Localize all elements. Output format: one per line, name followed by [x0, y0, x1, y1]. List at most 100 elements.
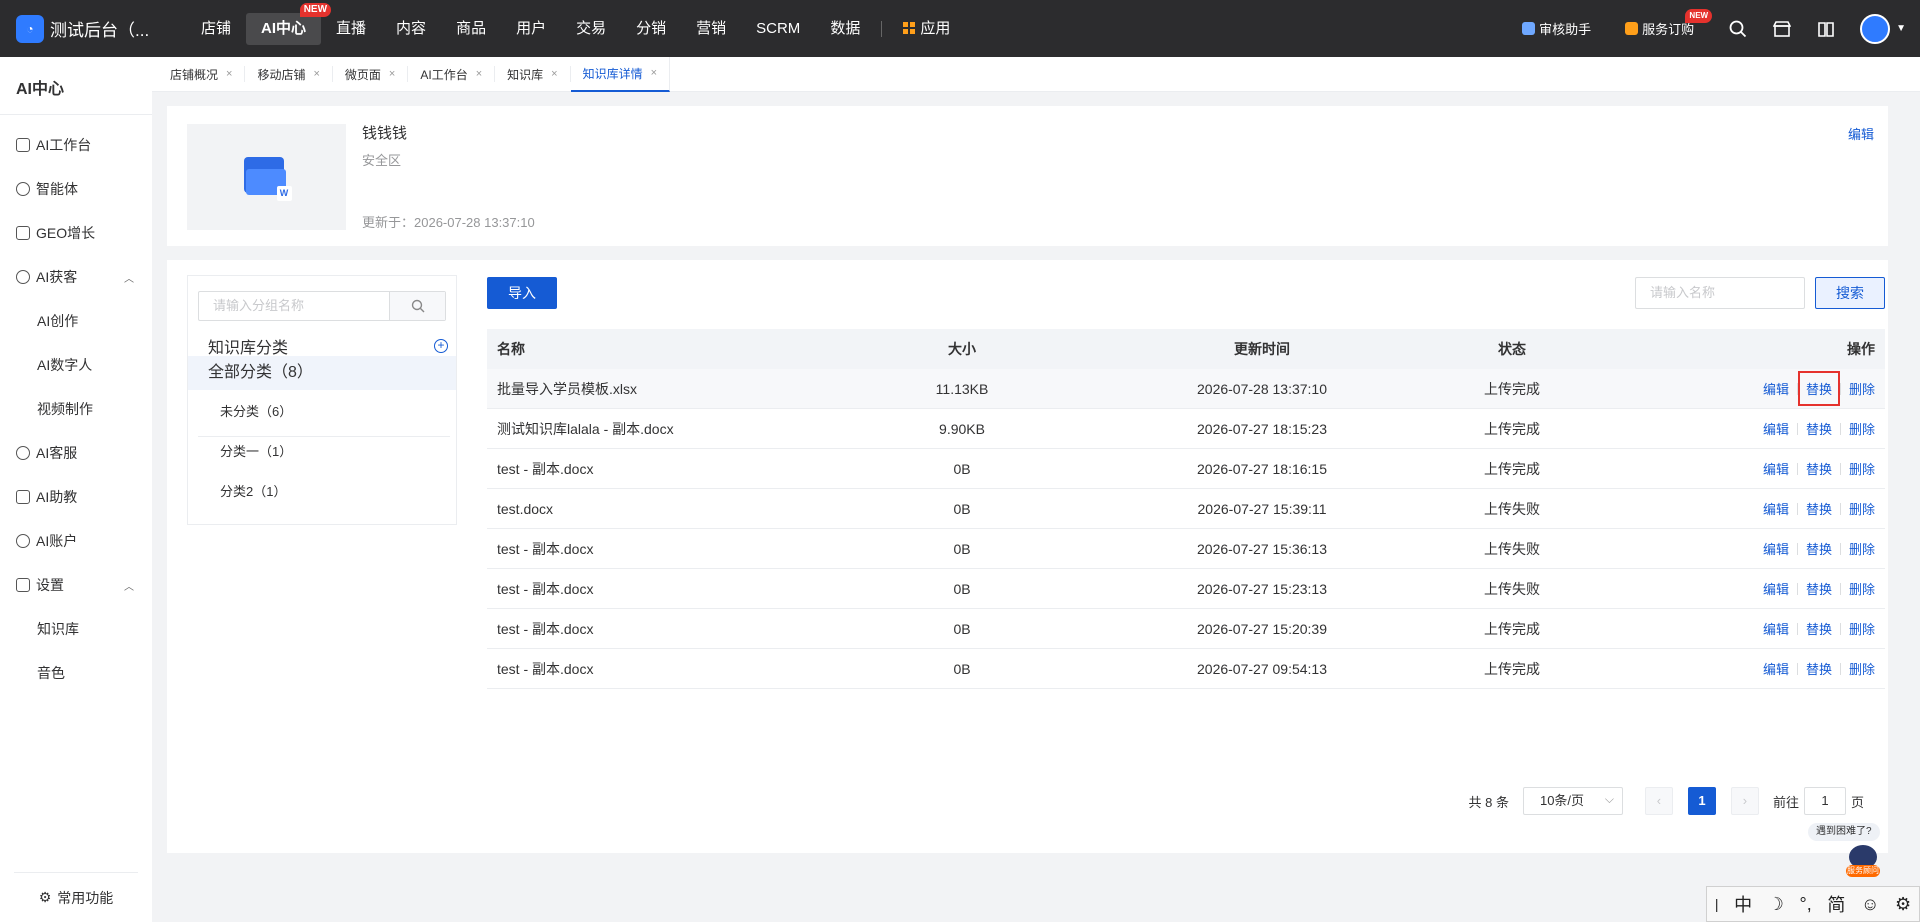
sidebar-item-agent[interactable]: 智能体 [0, 167, 152, 211]
close-icon[interactable]: × [551, 68, 557, 80]
sidebar-item-geo[interactable]: GEO增长 [0, 211, 152, 255]
tab-micro-page[interactable]: 微页面 × [333, 66, 409, 82]
chevron-down-icon[interactable]: ▼ [1896, 23, 1906, 34]
help-bot-icon[interactable]: 服务顾问 [1846, 845, 1880, 877]
replace-link[interactable]: 替换 [1806, 499, 1832, 518]
ime-handle-icon[interactable]: | [1715, 896, 1719, 912]
replace-link[interactable]: 替换 [1806, 539, 1832, 558]
group-item-uncategorized[interactable]: 未分类（6） [220, 401, 292, 420]
close-icon[interactable]: × [313, 68, 319, 80]
tab-ai-workbench[interactable]: AI工作台 × [408, 66, 496, 82]
delete-link[interactable]: 删除 [1849, 539, 1875, 558]
cell-size: 11.13KB [935, 380, 989, 397]
tab-store-overview[interactable]: 店铺概况 × [158, 66, 246, 82]
nav-item-distribution[interactable]: 分销 [621, 13, 681, 45]
edit-link[interactable]: 编辑 [1763, 619, 1789, 638]
search-button[interactable]: 搜索 [1815, 277, 1885, 309]
help-bubble[interactable]: 遇到困难了? [1808, 823, 1880, 841]
delete-link[interactable]: 删除 [1849, 579, 1875, 598]
delete-link[interactable]: 删除 [1849, 379, 1875, 398]
close-icon[interactable]: × [389, 68, 395, 80]
delete-link[interactable]: 删除 [1849, 499, 1875, 518]
page-number-current[interactable]: 1 [1687, 787, 1716, 815]
add-group-icon[interactable]: + [434, 339, 448, 353]
edit-link[interactable]: 编辑 [1763, 499, 1789, 518]
sidebar-item-ai-acquire[interactable]: AI获客 ︿ [0, 255, 152, 299]
nav-item-products[interactable]: 商品 [441, 13, 501, 45]
nav-item-live[interactable]: 直播 [321, 13, 381, 45]
edit-link[interactable]: 编辑 [1763, 419, 1789, 438]
goto-page-input[interactable]: 1 [1803, 787, 1846, 815]
replace-link[interactable]: 替换 [1806, 459, 1832, 478]
group-item-category-1[interactable]: 分类一（1） [220, 441, 292, 460]
sidebar-item-ai-account[interactable]: AI账户 [0, 519, 152, 563]
prev-page-button[interactable]: ‹ [1644, 787, 1673, 815]
nav-item-store[interactable]: 店铺 [186, 13, 246, 45]
replace-link[interactable]: 替换 [1797, 371, 1840, 406]
group-search-button[interactable] [389, 292, 445, 320]
service-subscribe-link[interactable]: 服务订购 NEW [1625, 9, 1713, 38]
close-icon[interactable]: × [476, 68, 482, 80]
cell-ops: 编辑 替换 删除 [1587, 579, 1885, 598]
replace-link[interactable]: 替换 [1806, 659, 1832, 678]
moon-icon[interactable]: ☽ [1768, 894, 1784, 915]
nav-item-users[interactable]: 用户 [501, 13, 561, 45]
replace-link[interactable]: 替换 [1806, 579, 1832, 598]
import-button[interactable]: 导入 [487, 277, 557, 309]
cell-time: 2026-07-27 18:16:15 [1197, 460, 1327, 477]
close-icon[interactable]: × [651, 67, 657, 79]
nav-item-data[interactable]: 数据 [815, 13, 875, 45]
nav-item-ai-center[interactable]: AI中心 NEW [246, 2, 332, 45]
page-size-select[interactable]: 10条/页 [1522, 786, 1623, 815]
punctuation-icon[interactable]: °, [1800, 894, 1812, 915]
group-item-all[interactable]: 全部分类（8） [188, 356, 456, 390]
sidebar-item-knowledge-base[interactable]: 知识库 [0, 607, 152, 651]
replace-link[interactable]: 替换 [1806, 419, 1832, 438]
close-icon[interactable]: × [226, 68, 232, 80]
cell-time: 2026-07-28 13:37:10 [1197, 380, 1327, 397]
tab-knowledge-base-detail[interactable]: 知识库详情 × [570, 56, 671, 92]
tab-mobile-store[interactable]: 移动店铺 × [245, 66, 333, 82]
emoji-icon[interactable]: ☺ [1861, 894, 1879, 915]
sidebar-item-voice[interactable]: 音色 [0, 651, 152, 695]
delete-link[interactable]: 删除 [1849, 419, 1875, 438]
gear-icon[interactable]: ⚙ [1895, 894, 1911, 915]
delete-link[interactable]: 删除 [1849, 619, 1875, 638]
nav-item-marketing[interactable]: 营销 [681, 13, 741, 45]
store-icon[interactable] [1772, 19, 1792, 39]
edit-link[interactable]: 编辑 [1763, 659, 1789, 678]
sidebar-item-ai-workbench[interactable]: AI工作台 [0, 123, 152, 167]
name-search-input[interactable]: 请输入名称 [1635, 277, 1805, 309]
edit-link[interactable]: 编辑 [1763, 539, 1789, 558]
sidebar-item-ai-service[interactable]: AI客服 [0, 431, 152, 475]
brand[interactable]: ◔ 测试后台（... [0, 14, 180, 43]
nav-item-trade[interactable]: 交易 [561, 13, 621, 45]
sidebar-item-settings[interactable]: 设置 ︿ [0, 563, 152, 607]
user-avatar[interactable] [1860, 13, 1891, 44]
nav-item-content[interactable]: 内容 [381, 13, 441, 45]
ime-simplified[interactable]: 简 [1827, 891, 1845, 917]
sidebar-item-ai-tutor[interactable]: AI助教 [0, 475, 152, 519]
cell-name: 测试知识库lalala - 副本.docx [497, 420, 674, 437]
sidebar-item-ai-digital-human[interactable]: AI数字人 [0, 343, 152, 387]
review-assistant-link[interactable]: 审核助手 [1522, 19, 1591, 38]
ime-mode[interactable]: 中 [1734, 891, 1752, 917]
delete-link[interactable]: 删除 [1849, 659, 1875, 678]
next-page-button[interactable]: › [1730, 787, 1759, 815]
tab-knowledge-base[interactable]: 知识库 × [495, 66, 571, 82]
nav-item-scrm[interactable]: SCRM [741, 13, 815, 45]
sidebar-item-ai-create[interactable]: AI创作 [0, 299, 152, 343]
book-icon[interactable] [1816, 19, 1836, 39]
sidebar-item-video-make[interactable]: 视频制作 [0, 387, 152, 431]
search-icon[interactable] [1728, 19, 1748, 39]
edit-link[interactable]: 编辑 [1763, 379, 1789, 398]
edit-knowledge-base-link[interactable]: 编辑 [1848, 124, 1874, 143]
replace-link[interactable]: 替换 [1806, 619, 1832, 638]
delete-link[interactable]: 删除 [1849, 459, 1875, 478]
edit-link[interactable]: 编辑 [1763, 579, 1789, 598]
group-item-category-2[interactable]: 分类2（1） [220, 481, 286, 500]
nav-item-apps[interactable]: 应用 [888, 13, 965, 45]
common-functions-button[interactable]: ⚙ 常用功能 [14, 872, 138, 922]
group-search-input[interactable]: 请输入分组名称 [199, 292, 389, 320]
edit-link[interactable]: 编辑 [1763, 459, 1789, 478]
